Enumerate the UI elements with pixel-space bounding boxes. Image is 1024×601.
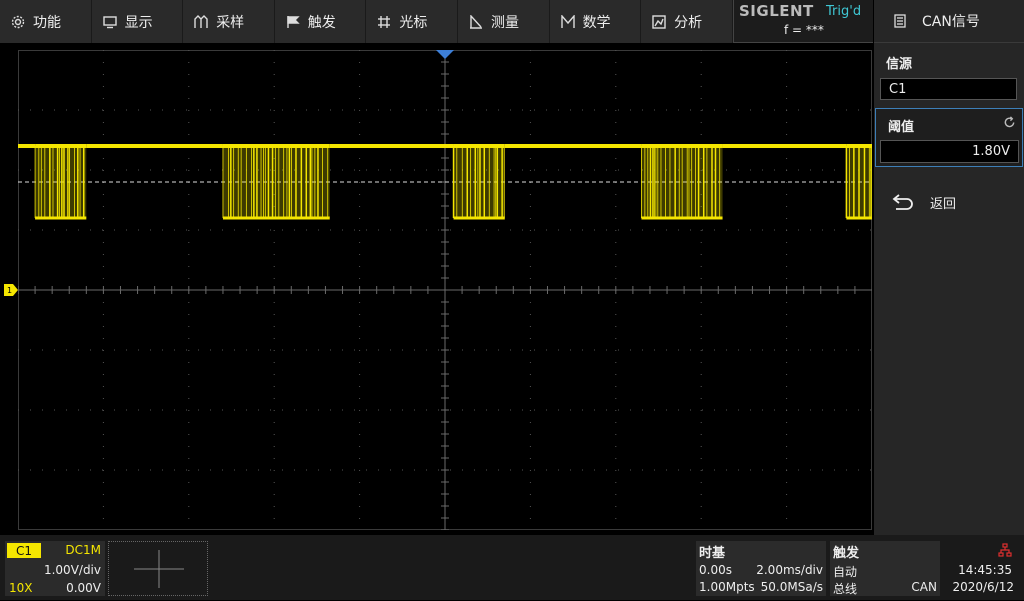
burst-fill: [35, 146, 87, 218]
brand-logo: SIGLENT: [739, 2, 814, 20]
svg-text:1: 1: [7, 286, 12, 295]
trigger-info[interactable]: 触发 自动 总线 CAN: [830, 541, 940, 596]
measure-icon: [468, 14, 484, 30]
menu-math-label: 数学: [582, 14, 611, 31]
menu-measure-label: 测量: [490, 14, 519, 31]
menu-acquire-label: 采样: [216, 14, 245, 31]
threshold-input[interactable]: 1.80V: [880, 140, 1019, 163]
menu-display-label: 显示: [124, 14, 153, 31]
trigger-header: 触发: [833, 546, 860, 561]
sampling-icon: [193, 14, 209, 30]
channel-probe: 10X: [9, 581, 33, 595]
add-channel-button[interactable]: [108, 541, 208, 596]
burst-fill: [846, 146, 872, 218]
channel-offset: 0.00V: [66, 581, 101, 595]
threshold-label: 阈值: [888, 120, 915, 135]
refresh-icon[interactable]: [1003, 116, 1016, 129]
timebase-scale: 2.00ms/div: [756, 563, 823, 577]
top-menu-bar: 功能 显示 采样 触发 光标 测量 数学 分析: [0, 0, 733, 43]
menu-function-label: 功能: [33, 14, 61, 31]
source-block[interactable]: 信源 C1: [874, 53, 1024, 100]
flag-icon: [285, 14, 301, 30]
trigger-mode: 自动: [833, 565, 858, 579]
trigger-position-marker[interactable]: [436, 50, 454, 60]
menu-cursors[interactable]: 光标: [366, 0, 458, 43]
source-select[interactable]: C1: [880, 78, 1017, 100]
menu-analysis-label: 分析: [674, 14, 703, 31]
math-icon: [560, 14, 576, 30]
burst-fill: [222, 146, 330, 218]
clock-time: 14:45:35: [958, 563, 1012, 577]
menu-function[interactable]: 功能: [0, 0, 92, 43]
timebase-header: 时基: [699, 546, 726, 561]
source-label: 信源: [886, 57, 913, 72]
channel-ground-marker[interactable]: 1: [4, 284, 18, 296]
trigger-source: CAN: [911, 580, 937, 594]
side-menu-panel: CAN信号 信源 C1 阈值 1.80V 返回: [874, 0, 1024, 535]
side-menu-title: CAN信号: [922, 14, 980, 30]
clock-box: 14:45:35 2020/6/12: [944, 541, 1024, 596]
back-label: 返回: [930, 196, 957, 212]
menu-cursors-label: 光标: [399, 14, 428, 31]
status-box: SIGLENT Trig'd f = ***: [733, 0, 873, 43]
menu-math[interactable]: 数学: [550, 0, 642, 43]
side-menu-header: CAN信号: [874, 0, 1024, 43]
burst-fill: [641, 146, 723, 218]
plus-icon: [134, 550, 184, 588]
timebase-info[interactable]: 时基 0.00s 2.00ms/div 1.00Mpts 50.0MSa/s: [696, 541, 826, 596]
back-arrow-icon: [892, 194, 913, 210]
channel-tag: C1: [7, 543, 41, 558]
back-button[interactable]: 返回: [874, 182, 1024, 222]
menu-analysis[interactable]: 分析: [641, 0, 733, 43]
trigger-status: Trig'd: [826, 4, 862, 19]
gear-icon: [10, 14, 26, 30]
menu-trigger-label: 触发: [307, 14, 336, 31]
trigger-type: 总线: [833, 582, 858, 596]
network-icon: [998, 543, 1012, 557]
frequency-readout: f = ***: [784, 23, 824, 37]
channel-coupling: DC1M: [65, 543, 101, 557]
menu-display[interactable]: 显示: [92, 0, 184, 43]
burst-fill: [453, 146, 505, 218]
channel-1-info[interactable]: C1 DC1M 1.00V/div 10X 0.00V: [5, 541, 105, 596]
menu-acquire[interactable]: 采样: [183, 0, 275, 43]
cursor-crosshair-icon: [376, 14, 392, 30]
menu-trigger[interactable]: 触发: [275, 0, 367, 43]
sample-rate: 50.0MSa/s: [760, 580, 823, 594]
document-icon: [894, 14, 906, 28]
channel-volts-div: 1.00V/div: [43, 563, 101, 577]
threshold-block[interactable]: 阈值 1.80V: [875, 108, 1023, 167]
clock-date: 2020/6/12: [952, 580, 1014, 594]
timebase-delay: 0.00s: [699, 563, 732, 577]
analysis-icon: [651, 14, 667, 30]
waveform-display[interactable]: [18, 50, 872, 530]
monitor-icon: [102, 14, 118, 30]
memory-depth: 1.00Mpts: [699, 580, 755, 594]
menu-measure[interactable]: 测量: [458, 0, 550, 43]
